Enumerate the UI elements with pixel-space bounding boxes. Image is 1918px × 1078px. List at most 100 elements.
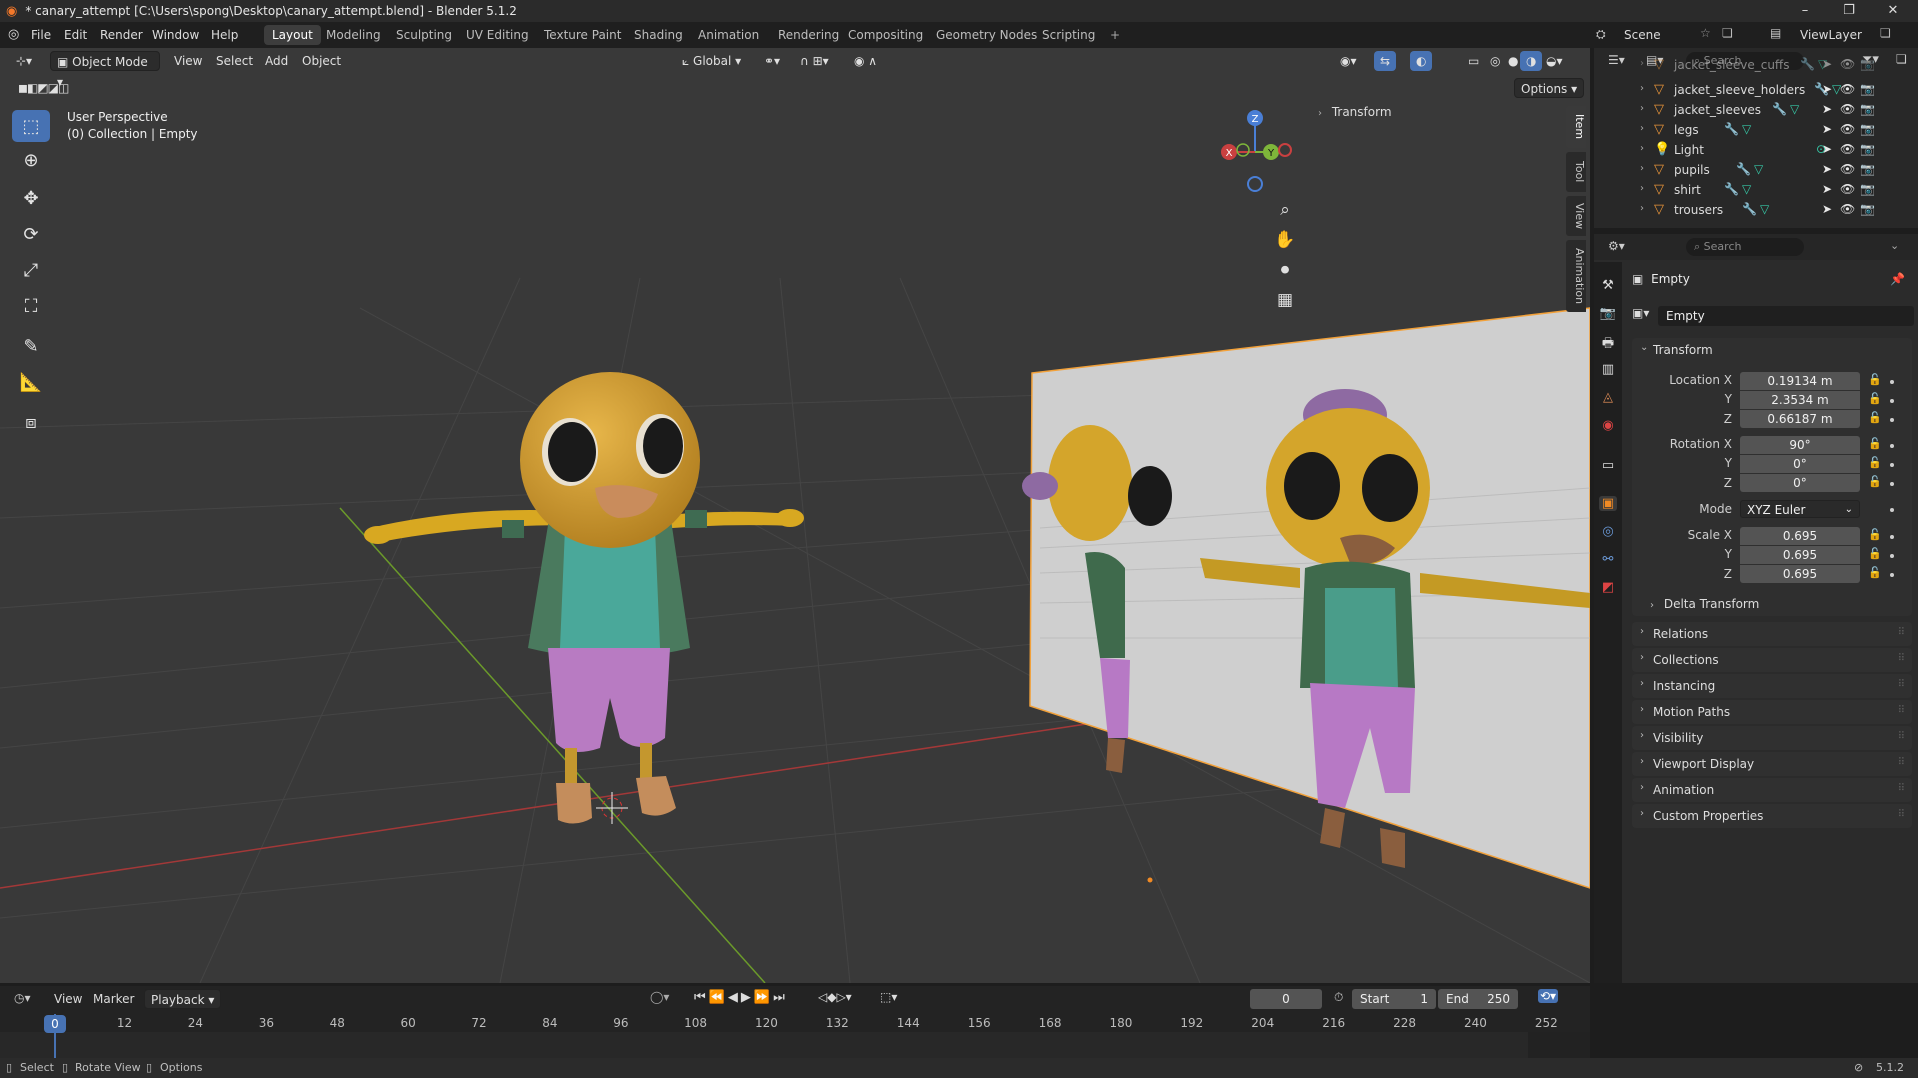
sidebar-tab-tool[interactable]: Tool: [1566, 152, 1586, 192]
modifier-icon[interactable]: 🔧: [1724, 122, 1739, 136]
relations-panel[interactable]: › Relations ⠿: [1632, 622, 1912, 646]
annotate-tool-icon[interactable]: ✎: [12, 330, 50, 362]
select-cursor-icon[interactable]: ➤: [1822, 202, 1832, 216]
keyframe-dot-icon[interactable]: [1890, 554, 1894, 558]
add-workspace-button[interactable]: +: [1102, 25, 1128, 45]
delta-transform-subpanel[interactable]: › Delta Transform: [1650, 597, 1759, 611]
scale-z-field[interactable]: 0.695: [1740, 565, 1860, 583]
mode-selector[interactable]: ▣ Object Mode ▾: [50, 51, 160, 89]
menu-object[interactable]: Object: [296, 51, 347, 71]
drag-handle-icon[interactable]: ⠿: [1898, 783, 1905, 794]
start-frame-field[interactable]: Start 1: [1352, 989, 1436, 1009]
outliner-item[interactable]: › ▽ pupils 🔧 ▽ ➤ 👁 📷: [1594, 160, 1918, 180]
canary-character[interactable]: [364, 372, 804, 824]
select-cursor-icon[interactable]: ➤: [1822, 57, 1832, 71]
keyframe-dot-icon[interactable]: [1890, 380, 1894, 384]
location-y-field[interactable]: 2.3534 m: [1740, 391, 1860, 409]
select-cursor-icon[interactable]: ➤: [1822, 122, 1832, 136]
new-scene-icon[interactable]: ❏: [1722, 26, 1733, 40]
menu-edit[interactable]: Edit: [64, 28, 87, 42]
navigation-gizmo[interactable]: Z X Y: [1210, 100, 1300, 200]
object-tab-icon[interactable]: ▣: [1599, 496, 1617, 511]
timeline-menu-view[interactable]: View: [54, 992, 82, 1006]
scene-selector[interactable]: Scene: [1624, 28, 1661, 42]
camera-view-icon[interactable]: ⏺: [1270, 256, 1300, 284]
sidebar-tab-animation[interactable]: Animation: [1566, 240, 1586, 312]
eye-icon[interactable]: 👁: [1840, 122, 1855, 136]
playhead-frame-label[interactable]: 0: [44, 1015, 66, 1033]
menu-window[interactable]: Window: [152, 28, 199, 42]
view-layer-tab-icon[interactable]: ▥: [1599, 362, 1617, 377]
menu-render[interactable]: Render: [100, 28, 143, 42]
scene-tab-icon[interactable]: ◬: [1599, 390, 1617, 405]
outliner-item[interactable]: › ▽ legs 🔧 ▽ ➤ 👁 📷: [1594, 120, 1918, 140]
outliner-item[interactable]: › ▽ trousers 🔧 ▽ ➤ 👁 📷: [1594, 200, 1918, 220]
tab-rendering[interactable]: Rendering: [770, 25, 847, 45]
outliner-item[interactable]: › ▽ jacket_sleeve_cuffs 🔧 ▽ ➤ 👁 📷: [1594, 55, 1918, 75]
keyframe-dot-icon[interactable]: [1890, 508, 1894, 512]
eye-icon[interactable]: 👁: [1840, 57, 1855, 71]
minimize-button[interactable]: –: [1782, 0, 1828, 22]
maximize-button[interactable]: ❐: [1826, 0, 1872, 22]
menu-file[interactable]: File: [31, 28, 51, 42]
tab-texture-paint[interactable]: Texture Paint: [536, 25, 629, 45]
camera-icon[interactable]: 📷: [1860, 82, 1875, 96]
mesh-data-icon[interactable]: ▽: [1742, 122, 1751, 136]
keyframe-dot-icon[interactable]: [1890, 573, 1894, 577]
tool-tab-icon[interactable]: ⚒: [1599, 278, 1617, 293]
custom-properties-panel[interactable]: › Custom Properties ⠿: [1632, 804, 1912, 828]
eye-icon[interactable]: 👁: [1840, 82, 1855, 96]
keyframe-dot-icon[interactable]: [1890, 418, 1894, 422]
tab-animation[interactable]: Animation: [690, 25, 767, 45]
rotation-y-field[interactable]: 0°: [1740, 455, 1860, 473]
xray-icon[interactable]: ▭: [1462, 51, 1485, 71]
viewport-scene[interactable]: [0, 48, 1590, 983]
n-panel-transform[interactable]: › Transform: [1318, 105, 1558, 125]
options-button[interactable]: Options ▾: [1514, 78, 1585, 98]
outliner-item[interactable]: › ▽ jacket_sleeves 🔧 ▽ ➤ 👁 📷: [1594, 100, 1918, 120]
cursor-tool-icon[interactable]: ⊕: [12, 144, 50, 176]
drag-handle-icon[interactable]: ⠿: [1898, 627, 1905, 638]
auto-keying-icon[interactable]: ◯▾: [650, 990, 669, 1004]
select-cursor-icon[interactable]: ➤: [1822, 142, 1832, 156]
tab-layout[interactable]: Layout: [264, 25, 321, 45]
select-cursor-icon[interactable]: ➤: [1822, 102, 1832, 116]
tab-sculpting[interactable]: Sculpting: [388, 25, 460, 45]
lock-icon[interactable]: 🔓: [1868, 456, 1882, 469]
pin-icon[interactable]: ☆: [1700, 26, 1711, 40]
constraints-tab-icon[interactable]: ⚯: [1599, 552, 1617, 567]
keyframe-dot-icon[interactable]: [1890, 463, 1894, 467]
new-view-layer-icon[interactable]: ❏: [1880, 26, 1891, 40]
camera-icon[interactable]: 📷: [1860, 182, 1875, 196]
lock-icon[interactable]: 🔓: [1868, 392, 1882, 405]
overlay-toggle-icon[interactable]: ◐: [1410, 51, 1433, 71]
tab-modeling[interactable]: Modeling: [318, 25, 389, 45]
pin-icon[interactable]: 📌: [1890, 272, 1905, 286]
timeline-area[interactable]: [0, 1012, 1590, 1058]
scale-x-field[interactable]: 0.695: [1740, 527, 1860, 545]
sidebar-tab-view[interactable]: View: [1566, 196, 1586, 236]
keyframe-nav-icons[interactable]: ◁◆▷▾: [818, 990, 852, 1004]
menu-add[interactable]: Add: [259, 51, 294, 71]
tab-scripting[interactable]: Scripting: [1034, 25, 1103, 45]
gizmo-toggle-icon[interactable]: ⇆: [1374, 51, 1397, 71]
select-box-tool-icon[interactable]: ⬚: [12, 110, 50, 142]
chevron-right-icon[interactable]: ›: [1640, 103, 1644, 114]
playhead-sync-icon[interactable]: ⟲▾: [1538, 989, 1559, 1003]
tab-shading[interactable]: Shading: [626, 25, 691, 45]
eye-icon[interactable]: 👁: [1840, 102, 1855, 116]
chevron-right-icon[interactable]: ›: [1640, 58, 1644, 69]
sidebar-tab-item[interactable]: Item: [1566, 106, 1586, 148]
transform-tool-icon[interactable]: ⛶: [12, 290, 50, 322]
zoom-icon[interactable]: ⌕: [1270, 196, 1300, 224]
keyframe-dot-icon[interactable]: [1890, 444, 1894, 448]
drag-handle-icon[interactable]: ⠿: [1898, 705, 1905, 716]
add-cube-tool-icon[interactable]: ⧈: [12, 406, 50, 438]
collection-tab-icon[interactable]: ▭: [1599, 458, 1617, 473]
keyframe-dot-icon[interactable]: [1890, 482, 1894, 486]
instancing-panel[interactable]: › Instancing ⠿: [1632, 674, 1912, 698]
rotation-mode-dropdown[interactable]: XYZ Euler ⌄: [1740, 500, 1860, 518]
menu-help[interactable]: Help: [211, 28, 238, 42]
camera-icon[interactable]: 📷: [1860, 57, 1875, 71]
orientation-selector[interactable]: ⟀ Global ▾: [676, 51, 747, 71]
